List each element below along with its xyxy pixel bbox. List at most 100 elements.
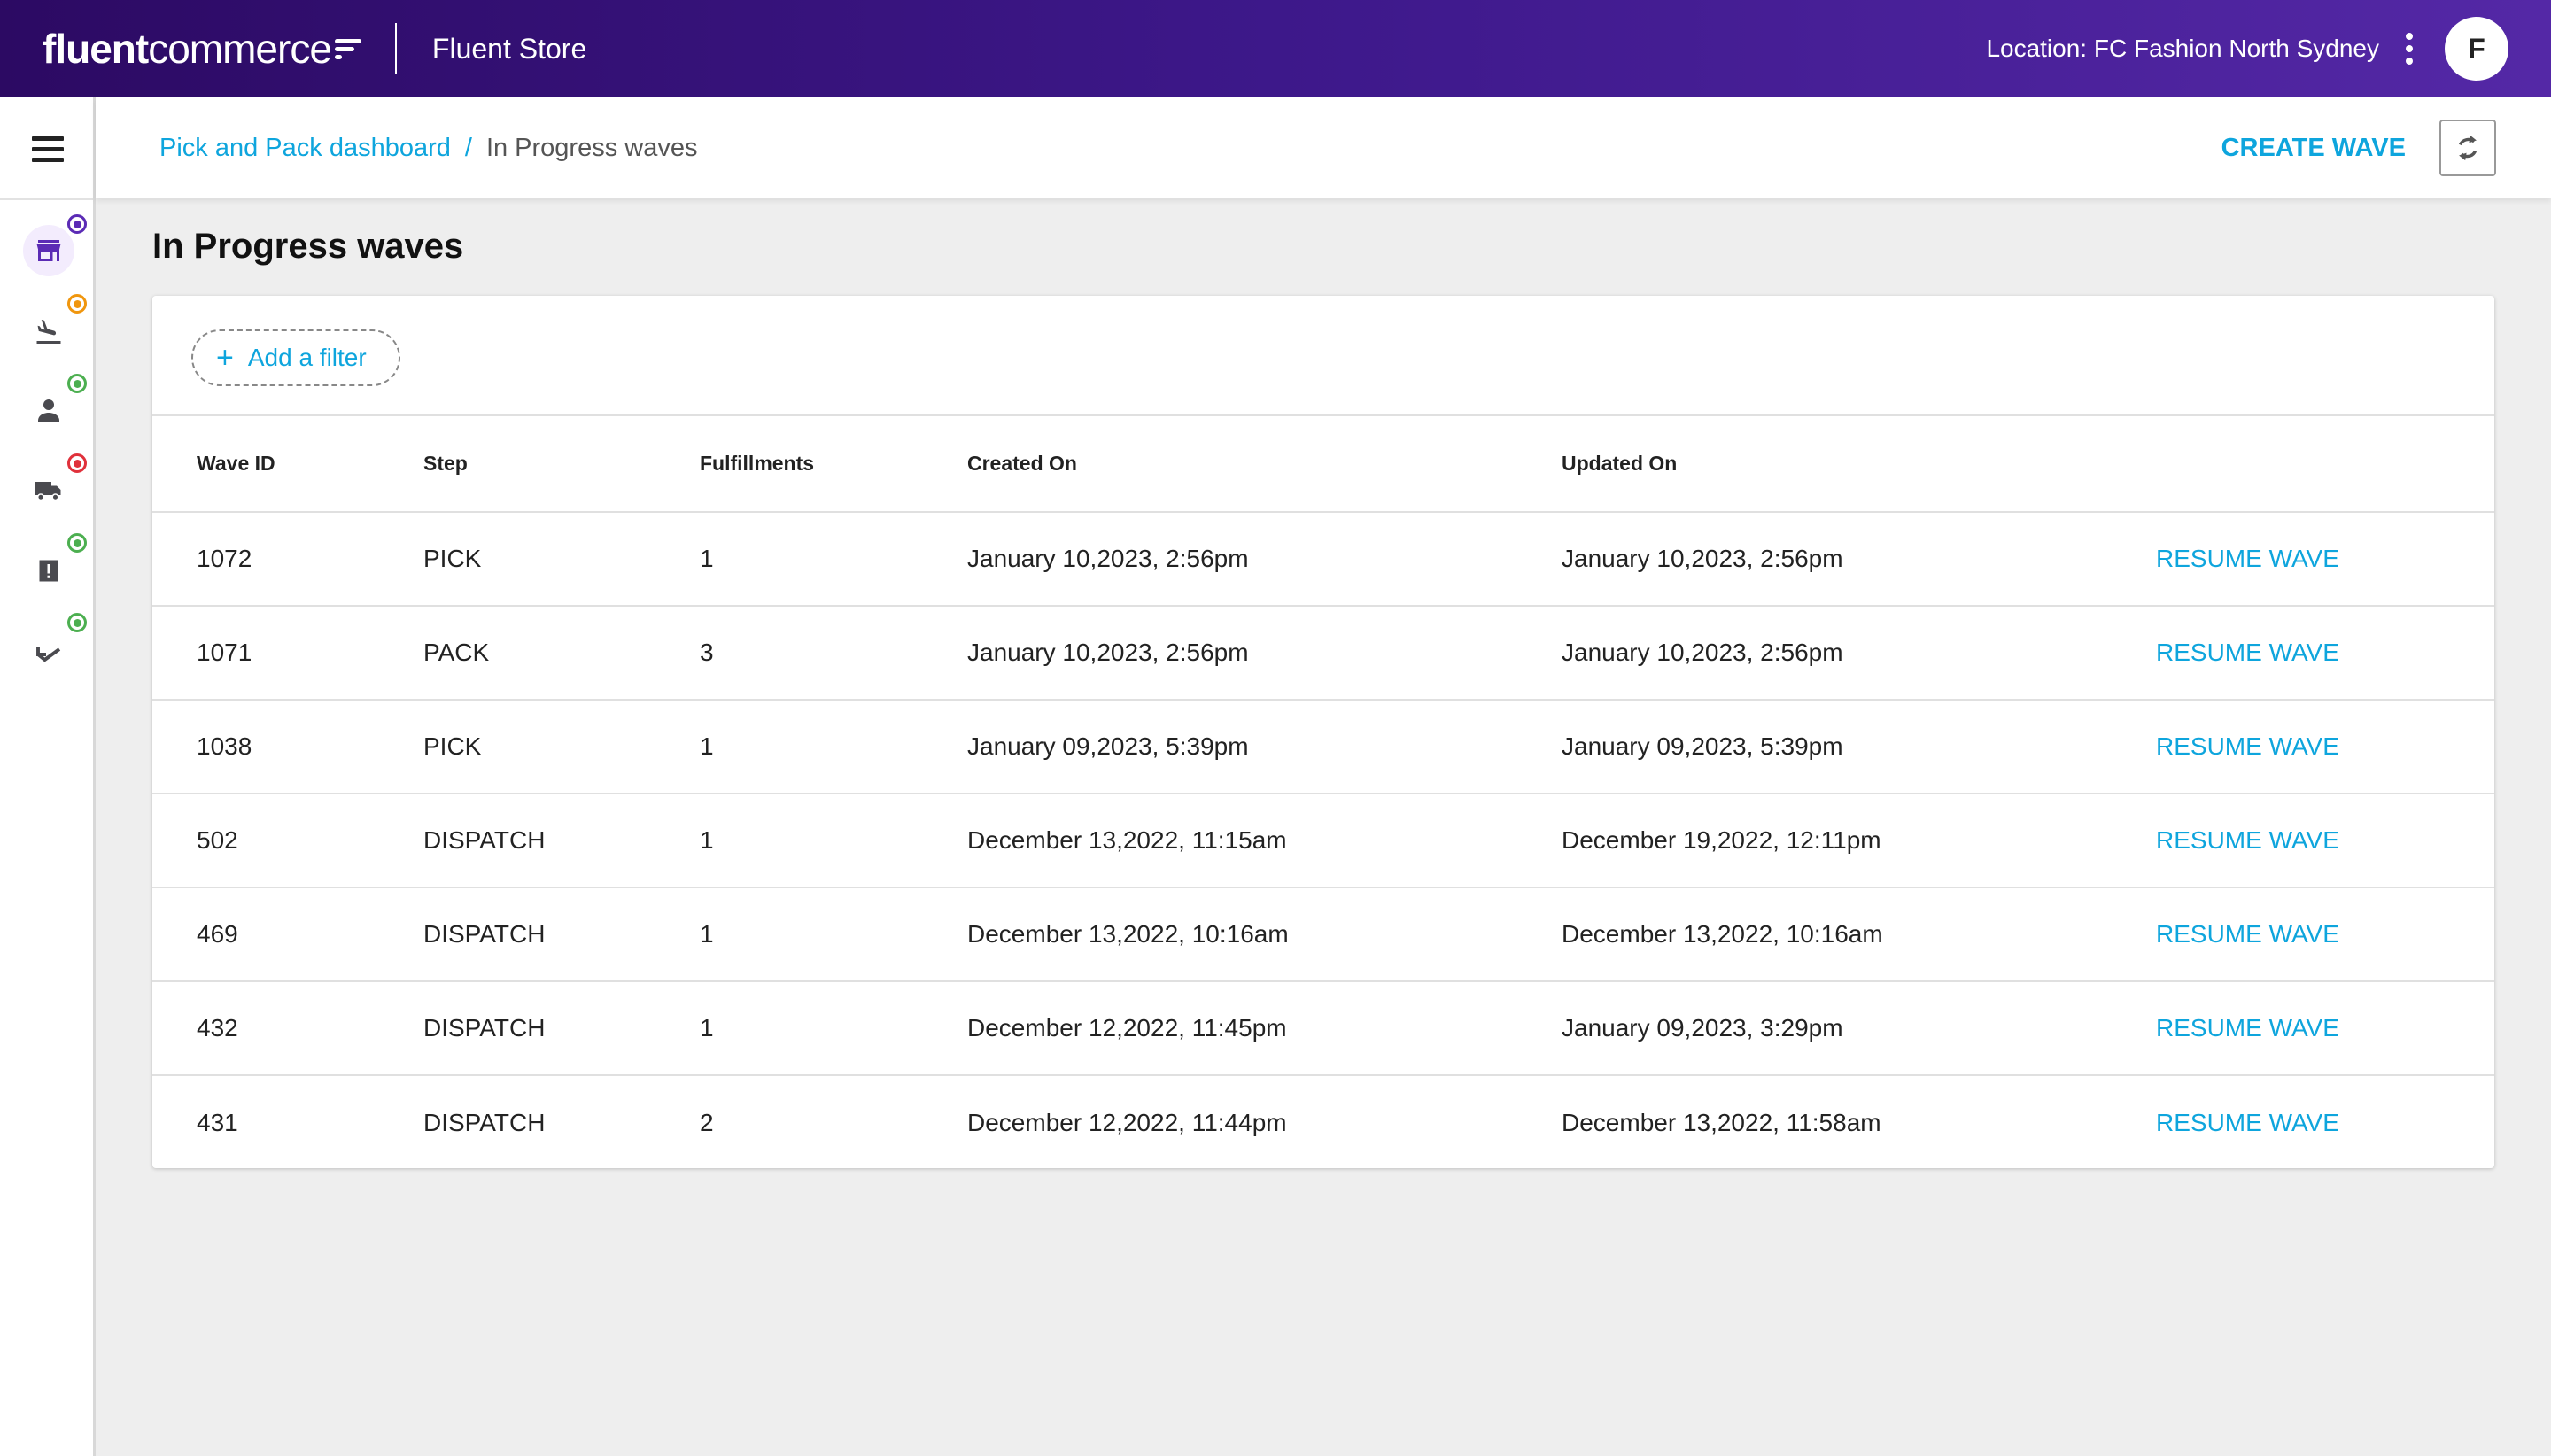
created-on-cell: January 10,2023, 2:56pm <box>967 512 1562 607</box>
filter-bar: + Add a filter <box>152 296 2494 416</box>
header-divider <box>394 23 397 74</box>
wave-id-cell: 1072 <box>152 512 423 607</box>
step-cell: PACK <box>423 606 700 701</box>
created-on-cell: December 12,2022, 11:44pm <box>967 1108 1287 1136</box>
created-on-cell: December 13,2022, 10:16am <box>967 887 1562 982</box>
created-on-cell: December 12,2022, 11:45pm <box>967 981 1562 1076</box>
updated-on-cell: January 10,2023, 2:56pm <box>1562 606 2156 701</box>
breadcrumb-bar: Pick and Pack dashboard / In Progress wa… <box>96 97 2551 198</box>
column-header-step[interactable]: Step <box>423 416 700 513</box>
resume-wave-button[interactable]: RESUME WAVE <box>2156 826 2339 854</box>
step-cell: DISPATCH <box>423 981 700 1076</box>
sidebar-item-returns[interactable] <box>23 613 87 675</box>
wave-id-cell: 432 <box>152 981 423 1076</box>
breadcrumb-current: In Progress waves <box>485 133 698 162</box>
table-row[interactable]: 1072 PICK 1 January 10,2023, 2:56pm Janu… <box>152 512 2494 607</box>
created-on-cell: January 09,2023, 5:39pm <box>967 700 1562 794</box>
wave-id-cell: 1038 <box>152 700 423 794</box>
fulfillments-cell: 1 <box>700 700 967 794</box>
table-row[interactable]: 469 DISPATCH 1 December 13,2022, 10:16am… <box>152 887 2494 982</box>
resume-wave-button[interactable]: RESUME WAVE <box>2156 732 2339 760</box>
status-badge <box>67 533 87 553</box>
resume-wave-button[interactable]: RESUME WAVE <box>2156 1014 2339 1042</box>
status-badge <box>67 453 87 473</box>
top-bar: fluent commerce Fluent Store Location: FC… <box>0 0 2551 97</box>
status-badge <box>67 613 87 632</box>
refresh-icon <box>2458 135 2477 161</box>
created-on-cell: December 13,2022, 11:15am <box>967 794 1562 888</box>
column-header-fulfillments[interactable]: Fulfillments <box>700 416 967 513</box>
step-cell: PICK <box>423 512 700 607</box>
table-row[interactable]: 1071 PACK 3 January 10,2023, 2:56pm Janu… <box>152 606 2494 701</box>
sidebar-item-exceptions[interactable] <box>23 533 87 595</box>
column-header-created-on[interactable]: Created On <box>967 416 1562 513</box>
sidebar-item-arrivals[interactable] <box>23 294 87 356</box>
resume-wave-button[interactable]: RESUME WAVE <box>2156 1109 2339 1136</box>
breadcrumb-pick-and-pack-dashboard[interactable]: Pick and Pack dashboard <box>159 134 451 163</box>
menu-icon[interactable] <box>32 136 64 168</box>
clipboard-alert-icon <box>39 560 58 582</box>
step-cell: DISPATCH <box>423 1108 546 1136</box>
fluent-commerce-logo[interactable]: fluent commerce <box>43 25 361 73</box>
table-row[interactable]: 1038 PICK 1 January 09,2023, 5:39pm Janu… <box>152 700 2494 794</box>
status-badge <box>67 374 87 393</box>
wave-id-cell: 502 <box>152 794 423 888</box>
refresh-button[interactable] <box>2439 120 2496 176</box>
updated-on-cell: January 09,2023, 5:39pm <box>1562 700 2156 794</box>
fulfillments-cell: 1 <box>700 794 967 888</box>
location-label[interactable]: Location: FC Fashion North Sydney <box>1986 35 2379 63</box>
create-wave-button[interactable]: CREATE WAVE <box>2221 134 2406 163</box>
wave-id-cell: 1071 <box>152 606 423 701</box>
plus-icon: + <box>216 341 234 375</box>
app-name: Fluent Store <box>431 32 587 65</box>
logo-text-bold: fluent <box>43 26 149 72</box>
wave-id-cell: 431 <box>197 1108 238 1136</box>
updated-on-cell: December 19,2022, 12:11pm <box>1562 794 2156 888</box>
fulfillments-cell: 1 <box>700 981 967 1076</box>
column-header-updated-on[interactable]: Updated On <box>1562 416 2156 513</box>
waves-table: Wave ID Step Fulfillments Created On Upd… <box>152 416 2494 1168</box>
page-title: In Progress waves <box>152 227 464 266</box>
resume-wave-button[interactable]: RESUME WAVE <box>2156 920 2339 948</box>
add-filter-button[interactable]: + Add a filter <box>191 329 400 386</box>
sidebar-item-store[interactable] <box>23 214 87 276</box>
return-check-icon <box>36 647 61 662</box>
created-on-cell: January 10,2023, 2:56pm <box>967 606 1562 701</box>
table-row[interactable]: 431 DISPATCH 2 December 12,2022, 11:44pm… <box>152 1075 2494 1168</box>
sidebar <box>0 97 96 1456</box>
table-header-row: Wave ID Step Fulfillments Created On Upd… <box>152 416 2494 513</box>
waves-card: + Add a filter Wave ID Step Fulfillments… <box>152 296 2494 1168</box>
add-filter-label: Add a filter <box>247 344 367 371</box>
column-header-wave-id[interactable]: Wave ID <box>152 416 423 513</box>
sidebar-item-customer[interactable] <box>23 374 87 436</box>
sidebar-divider <box>0 198 93 200</box>
step-cell: PICK <box>423 700 700 794</box>
more-options-icon[interactable] <box>2406 33 2413 65</box>
step-cell: DISPATCH <box>423 794 700 888</box>
resume-wave-button[interactable]: RESUME WAVE <box>2156 639 2339 666</box>
logo-text-light: commerce <box>148 26 332 72</box>
wave-id-cell: 469 <box>152 887 423 982</box>
flight-land-icon <box>36 320 61 344</box>
fulfillments-cell: 2 <box>700 1108 714 1136</box>
store-icon <box>36 240 61 261</box>
sidebar-item-delivery[interactable] <box>23 453 87 515</box>
table-row[interactable]: 502 DISPATCH 1 December 13,2022, 11:15am… <box>152 794 2494 888</box>
updated-on-cell: December 13,2022, 11:58am <box>1562 1108 1881 1136</box>
person-icon <box>38 399 59 422</box>
fulfillments-cell: 1 <box>700 512 967 607</box>
step-cell: DISPATCH <box>423 887 700 982</box>
fulfillments-cell: 1 <box>700 887 967 982</box>
breadcrumb-separator: / <box>464 133 472 162</box>
logo-mark-icon <box>334 38 361 59</box>
status-badge <box>67 294 87 314</box>
resume-wave-button[interactable]: RESUME WAVE <box>2156 545 2339 572</box>
updated-on-cell: January 09,2023, 3:29pm <box>1562 981 2156 1076</box>
column-header-actions <box>2156 416 2494 513</box>
table-row[interactable]: 432 DISPATCH 1 December 12,2022, 11:45pm… <box>152 981 2494 1076</box>
updated-on-cell: January 10,2023, 2:56pm <box>1562 512 2156 607</box>
truck-icon <box>35 482 61 501</box>
fulfillments-cell: 3 <box>700 606 967 701</box>
status-badge <box>67 214 87 234</box>
user-avatar[interactable]: F <box>2445 17 2508 81</box>
